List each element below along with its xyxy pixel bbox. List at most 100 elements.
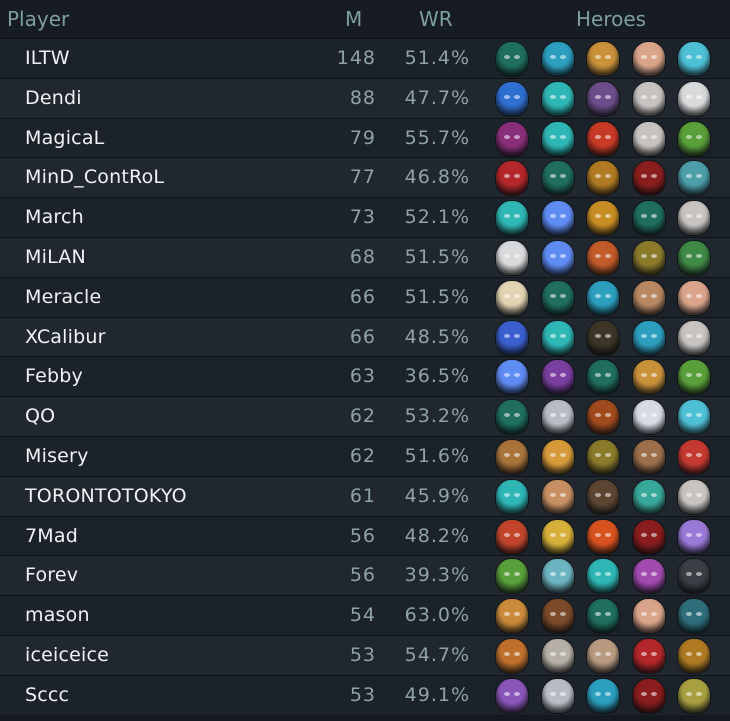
player-name[interactable]: Meracle (25, 286, 101, 308)
white-wolf-hero-icon[interactable] (496, 240, 528, 275)
player-name[interactable]: QO (25, 405, 55, 427)
dark-horns-hero-icon[interactable] (678, 559, 710, 594)
shadow-fiend-hero-icon[interactable] (632, 519, 665, 554)
blue-horned-hero-icon[interactable] (496, 81, 528, 116)
blue-wisp-hero-icon[interactable] (496, 360, 528, 395)
silver-mask-hero-icon[interactable] (541, 678, 574, 713)
young-prince-hero-icon[interactable] (541, 479, 574, 514)
blue-orb-hero-icon[interactable] (496, 320, 528, 355)
green-knight-hero-icon[interactable] (541, 280, 574, 315)
table-row[interactable]: MiLAN 68 51.5% (0, 236, 730, 277)
shadow-fiend-hero-icon[interactable] (632, 161, 665, 196)
goggle-pilot-hero-icon[interactable] (496, 638, 528, 673)
jester-hero-icon[interactable] (678, 678, 710, 713)
dark-hood-hero-icon[interactable] (587, 320, 619, 355)
golden-beetle-hero-icon[interactable] (587, 161, 619, 196)
red-monkey-hero-icon[interactable] (496, 519, 528, 554)
golden-beetle-hero-icon[interactable] (678, 638, 710, 673)
frost-ogre-hero-icon[interactable] (541, 559, 574, 594)
green-knight-hero-icon[interactable] (632, 201, 665, 236)
helmet-sniper-hero-icon[interactable] (496, 439, 528, 474)
brown-bear-hero-icon[interactable] (541, 599, 574, 634)
bird-mask-hero-icon[interactable] (541, 519, 574, 554)
green-siren-hero-icon[interactable] (632, 479, 665, 514)
table-row[interactable]: Forev 56 39.3% (0, 555, 730, 596)
pale-maiden-hero-icon[interactable] (632, 400, 665, 435)
purple-ghost-hero-icon[interactable] (678, 519, 710, 554)
teal-antler-hero-icon[interactable] (496, 201, 528, 236)
player-name[interactable]: iceiceice (25, 644, 109, 666)
player-name[interactable]: Forev (25, 564, 78, 586)
bone-knight-hero-icon[interactable] (541, 638, 574, 673)
gold-eye-hero-icon[interactable] (632, 240, 665, 275)
red-haired-hero-icon[interactable] (587, 240, 619, 275)
teal-antler-hero-icon[interactable] (541, 81, 574, 116)
green-knight-hero-icon[interactable] (587, 360, 619, 395)
table-row[interactable]: 7Mad 56 48.2% (0, 515, 730, 556)
blue-spirit-hero-icon[interactable] (587, 678, 619, 713)
player-name[interactable]: Dendi (25, 87, 82, 109)
dwarf-warrior-hero-icon[interactable] (632, 280, 665, 315)
bearded-king-hero-icon[interactable] (587, 42, 619, 76)
white-bearded-hero-icon[interactable] (678, 479, 710, 514)
bearded-king-hero-icon[interactable] (632, 360, 665, 395)
white-wolf-hero-icon[interactable] (678, 81, 710, 116)
table-row[interactable]: Febby 63 36.5% (0, 356, 730, 397)
player-name[interactable]: MinD_ContRoL (25, 166, 164, 188)
player-name[interactable]: mason (25, 604, 90, 626)
green-goblin-hero-icon[interactable] (678, 121, 710, 156)
column-header-matches[interactable]: M (345, 7, 362, 31)
table-row[interactable]: iceiceice 53 54.7% (0, 634, 730, 675)
player-name[interactable]: MagicaL (25, 127, 104, 149)
table-row[interactable]: TORONTOTOKYO 61 45.9% (0, 475, 730, 516)
old-wizard-hero-icon[interactable] (632, 599, 665, 634)
purple-ogre-hero-icon[interactable] (496, 678, 528, 713)
blue-spirit-hero-icon[interactable] (587, 280, 619, 315)
pig-warrior-hero-icon[interactable] (587, 638, 619, 673)
silver-mask-hero-icon[interactable] (541, 400, 574, 435)
white-bearded-hero-icon[interactable] (678, 320, 710, 355)
player-name[interactable]: 7Mad (25, 525, 78, 547)
green-knight-hero-icon[interactable] (541, 161, 574, 196)
green-goblin-hero-icon[interactable] (678, 360, 710, 395)
fire-lord-hero-icon[interactable] (587, 400, 619, 435)
green-goblin-hero-icon[interactable] (496, 559, 528, 594)
blue-spirit-hero-icon[interactable] (541, 42, 574, 76)
cyan-beast-hero-icon[interactable] (678, 42, 710, 76)
horned-warrior-hero-icon[interactable] (541, 439, 574, 474)
white-bearded-hero-icon[interactable] (678, 201, 710, 236)
blue-spirit-hero-icon[interactable] (632, 320, 665, 355)
green-knight-hero-icon[interactable] (496, 400, 528, 435)
purple-ogre-hero-icon[interactable] (587, 81, 619, 116)
teal-antler-hero-icon[interactable] (541, 320, 574, 355)
white-bearded-hero-icon[interactable] (632, 81, 665, 116)
column-header-player[interactable]: Player (7, 7, 69, 31)
player-name[interactable]: ILTW (25, 47, 70, 69)
cyan-beast-hero-icon[interactable] (678, 400, 710, 435)
bandaged-mummy-hero-icon[interactable] (496, 280, 528, 315)
troll-hero-icon[interactable] (632, 439, 665, 474)
old-wizard-hero-icon[interactable] (678, 280, 710, 315)
player-name[interactable]: TORONTOTOKYO (25, 485, 187, 507)
table-row[interactable]: mason 54 63.0% (0, 595, 730, 635)
table-row[interactable]: MinD_ContRoL 77 46.8% (0, 157, 730, 198)
player-name[interactable]: MiLAN (25, 246, 86, 268)
red-samurai-hero-icon[interactable] (587, 121, 619, 156)
table-row[interactable]: XCalibur 66 48.5% (0, 316, 730, 357)
flame-demon-hero-icon[interactable] (587, 519, 619, 554)
red-demon-hero-icon[interactable] (496, 161, 528, 196)
table-row[interactable]: MagicaL 79 55.7% (0, 117, 730, 158)
masked-assassin-hero-icon[interactable] (496, 121, 528, 156)
player-name[interactable]: March (25, 206, 84, 228)
table-row[interactable]: ILTW 148 51.4% (0, 38, 730, 78)
red-demon-hero-icon[interactable] (632, 638, 665, 673)
old-wizard-hero-icon[interactable] (632, 42, 665, 76)
table-row[interactable]: QO 62 53.2% (0, 396, 730, 436)
player-name[interactable]: Febby (25, 365, 83, 387)
player-name[interactable]: Sccc (25, 684, 69, 706)
purple-gold-hero-icon[interactable] (541, 360, 574, 395)
red-skull-hero-icon[interactable] (678, 439, 710, 474)
table-row[interactable]: Meracle 66 51.5% (0, 276, 730, 317)
table-row[interactable]: Sccc 53 49.1% (0, 674, 730, 715)
teal-antler-hero-icon[interactable] (496, 479, 528, 514)
